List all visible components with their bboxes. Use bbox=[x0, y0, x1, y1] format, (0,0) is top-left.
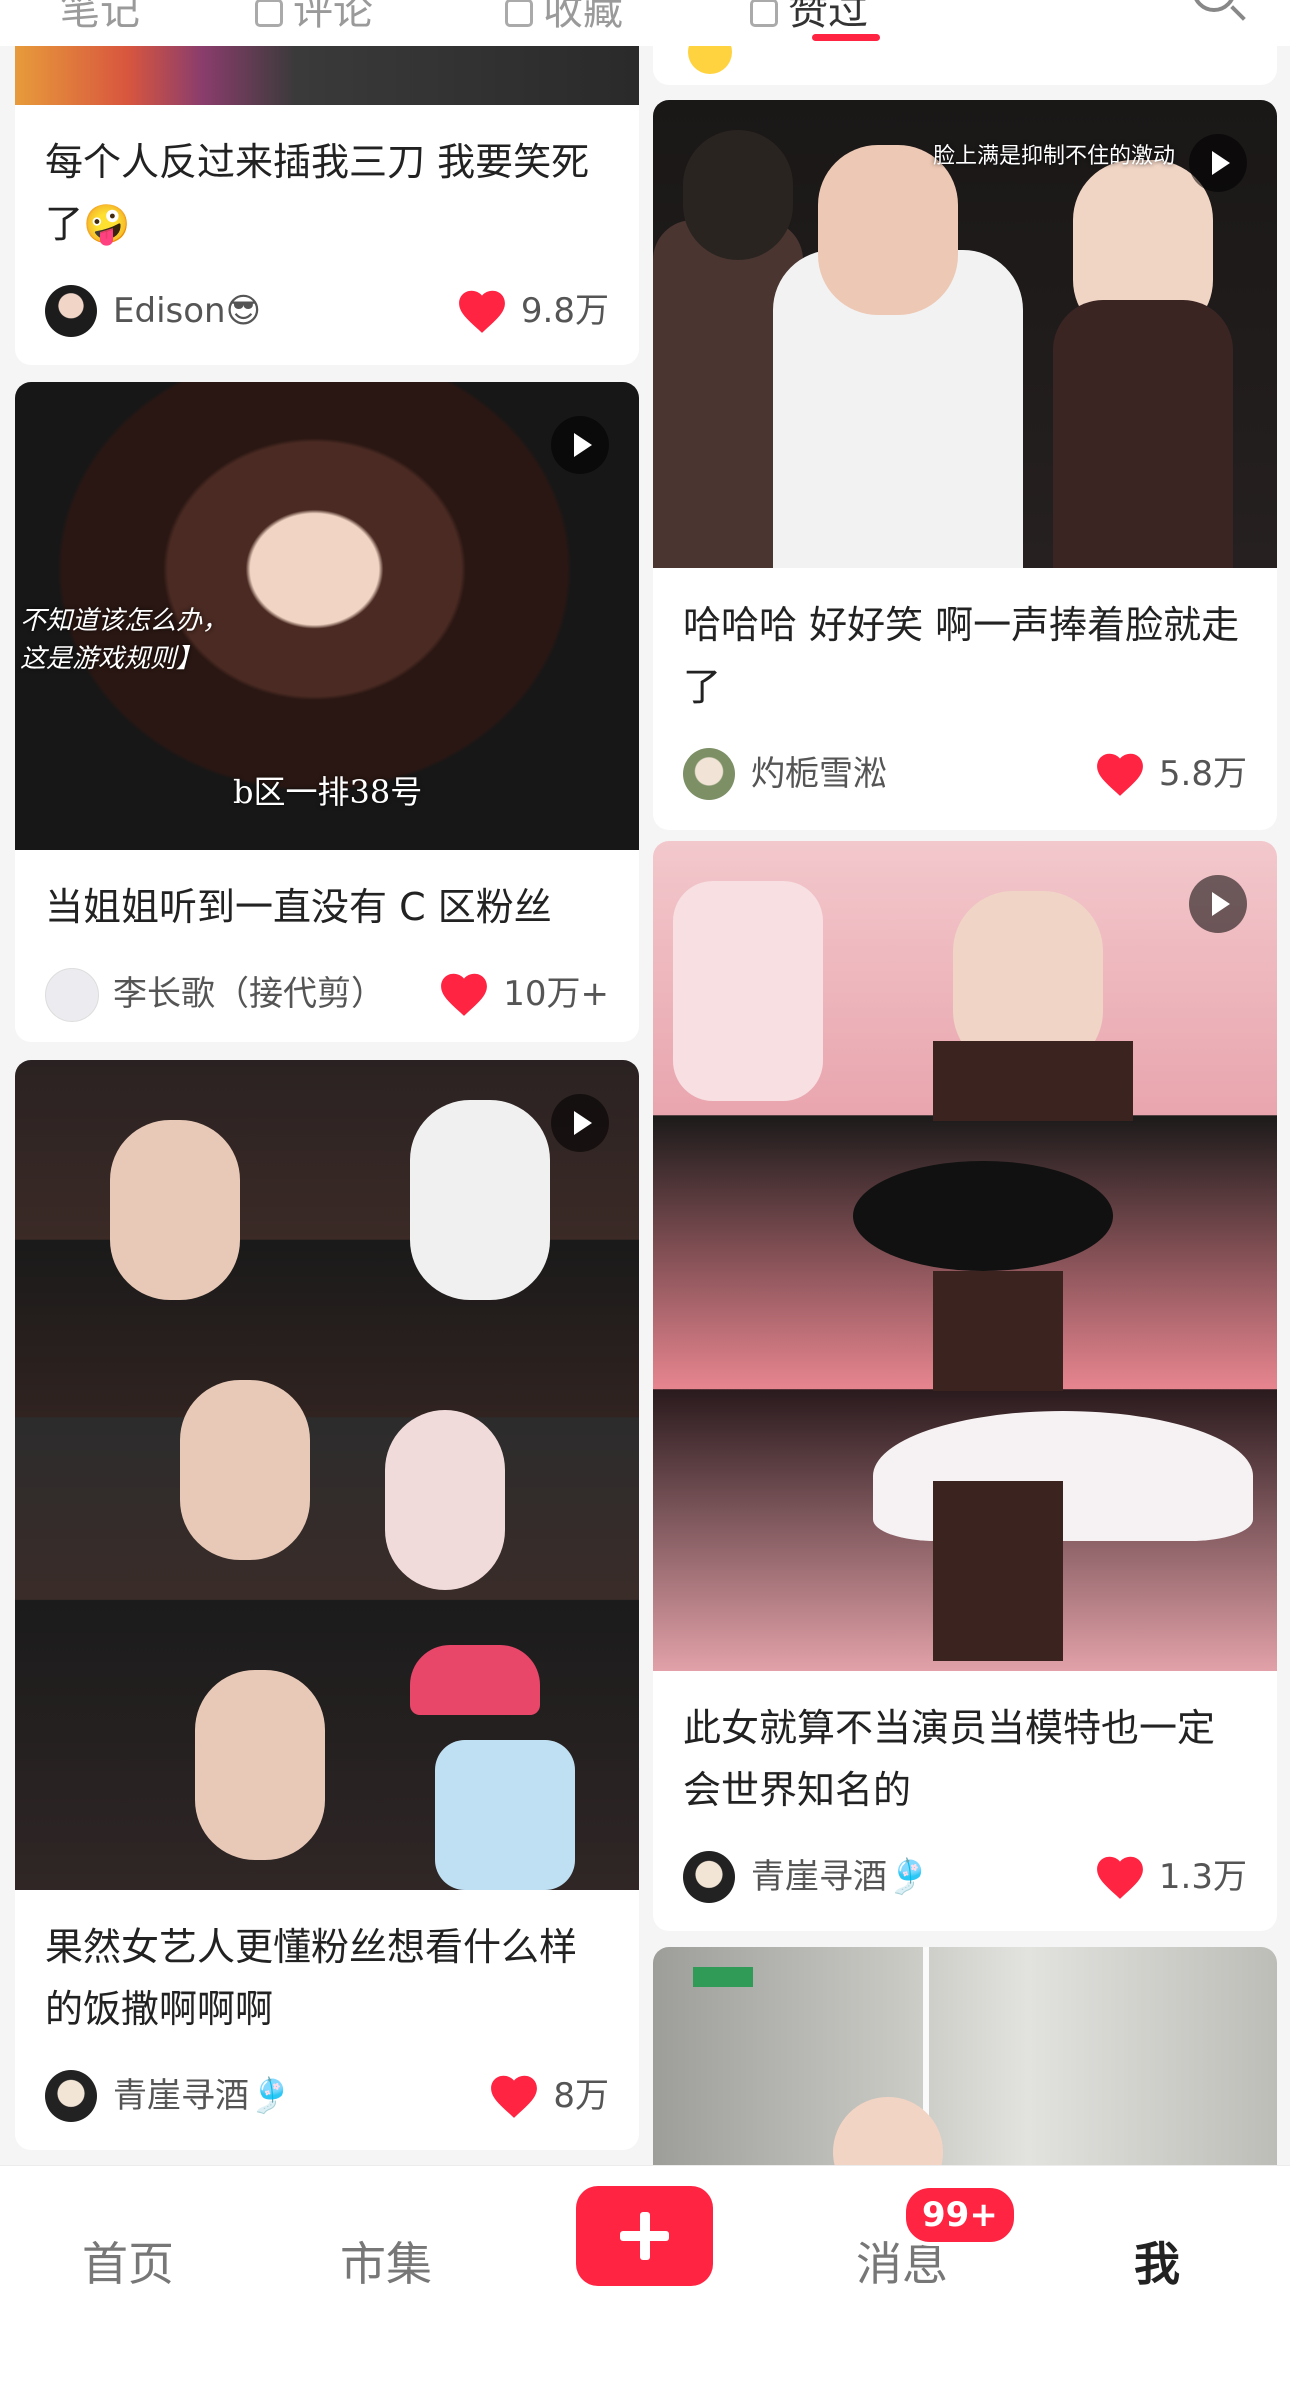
author-name[interactable]: Edison😎 bbox=[113, 285, 261, 337]
note-card[interactable]: 不知道该怎么办，这是游戏规则】 b区一排38号 当姐姐听到一直没有 C 区粉丝 … bbox=[15, 382, 639, 1042]
avatar[interactable] bbox=[45, 2070, 97, 2122]
author-name[interactable]: 灼栀雪淞 bbox=[751, 748, 887, 800]
video-caption: b区一排38号 bbox=[233, 773, 423, 811]
note-title: 哈哈哈 好好笑 啊一声捧着脸就走了 bbox=[683, 603, 1240, 709]
note-title: 此女就算不当演员当模特也一定会世界知名的 bbox=[683, 1706, 1216, 1812]
tab-comments[interactable]: 评论 bbox=[255, 0, 373, 36]
note-meta: Edison😎 9.8万 bbox=[15, 255, 639, 355]
author-name[interactable]: 青崖寻酒🎐 bbox=[113, 2070, 291, 2122]
note-title: 每个人反过来插我三刀 我要笑死了🤪 bbox=[45, 140, 590, 246]
heart-icon bbox=[1097, 753, 1143, 796]
note-meta: 灼栀雪淞 5.8万 bbox=[653, 718, 1277, 818]
heart-icon bbox=[491, 2075, 538, 2118]
tab-notes[interactable]: 笔记 bbox=[60, 0, 140, 36]
like-count[interactable]: 5.8万 bbox=[1095, 748, 1247, 800]
note-meta: 李长歌（接代剪） 10万+ bbox=[15, 938, 639, 1038]
like-count[interactable]: 9.8万 bbox=[457, 285, 609, 337]
note-card[interactable]: 此女就算不当演员当模特也一定会世界知名的 青崖寻酒🎐 1.3万 bbox=[653, 841, 1277, 1931]
avatar[interactable] bbox=[45, 285, 97, 337]
avatar[interactable] bbox=[683, 748, 735, 800]
tab-liked[interactable]: 赞过 bbox=[750, 0, 868, 36]
note-cover-image: 不知道该怎么办，这是游戏规则】 b区一排38号 bbox=[15, 382, 639, 850]
note-meta: 青崖寻酒🎐 8万 bbox=[15, 2040, 639, 2140]
nav-me[interactable]: 我 bbox=[1134, 2228, 1180, 2294]
search-icon[interactable] bbox=[1192, 0, 1236, 12]
avatar[interactable] bbox=[45, 968, 99, 1022]
note-cover-image bbox=[653, 841, 1277, 1671]
publish-plus-button[interactable] bbox=[576, 2186, 713, 2286]
like-count[interactable]: 8万 bbox=[489, 2070, 609, 2122]
video-play-icon bbox=[1189, 875, 1247, 933]
note-title: 果然女艺人更懂粉丝想看什么样的饭撒啊啊啊 bbox=[45, 1925, 578, 2031]
video-play-icon bbox=[551, 1094, 609, 1152]
lock-icon bbox=[505, 0, 533, 27]
note-card[interactable]: 果然女艺人更懂粉丝想看什么样的饭撒啊啊啊 青崖寻酒🎐 8万 bbox=[15, 1060, 639, 2150]
like-count[interactable]: 10万+ bbox=[439, 968, 609, 1020]
note-cover-image bbox=[15, 1060, 639, 1890]
note-meta: 青崖寻酒🎐 1.3万 bbox=[653, 1821, 1277, 1921]
heart-icon bbox=[1097, 1856, 1143, 1899]
author-name[interactable]: 青崖寻酒🎐 bbox=[751, 1851, 929, 1903]
messages-unread-badge: 99+ bbox=[902, 2184, 1018, 2246]
note-title: 当姐姐听到一直没有 C 区粉丝 bbox=[45, 885, 552, 929]
video-caption: 脸上满是抑制不住的激动 bbox=[933, 144, 1176, 169]
video-play-icon bbox=[1189, 134, 1247, 192]
lock-icon bbox=[750, 0, 778, 27]
video-play-icon bbox=[551, 416, 609, 474]
like-count[interactable]: 1.3万 bbox=[1095, 1851, 1247, 1903]
note-card[interactable]: 每个人反过来插我三刀 我要笑死了🤪 Edison😎 9.8万 bbox=[15, 0, 639, 365]
heart-icon bbox=[441, 973, 488, 1016]
note-cover-image: 脸上满是抑制不住的激动 bbox=[653, 100, 1277, 568]
nav-home[interactable]: 首页 bbox=[82, 2228, 174, 2294]
heart-icon bbox=[459, 290, 505, 333]
lock-icon bbox=[255, 0, 283, 27]
nav-market[interactable]: 市集 bbox=[340, 2228, 432, 2294]
avatar[interactable] bbox=[683, 1851, 735, 1903]
active-tab-indicator bbox=[812, 34, 880, 41]
bottom-nav-bar: 首页 市集 消息 99+ 我 bbox=[0, 2165, 1290, 2402]
tab-collections[interactable]: 收藏 bbox=[505, 0, 623, 36]
video-caption: 不知道该怎么办，这是游戏规则】 bbox=[20, 606, 229, 674]
note-card[interactable]: 脸上满是抑制不住的激动 哈哈哈 好好笑 啊一声捧着脸就走了 灼栀雪淞 5.8万 bbox=[653, 100, 1277, 830]
profile-tab-bar: 笔记 评论 收藏 赞过 bbox=[0, 0, 1290, 46]
author-name[interactable]: 李长歌（接代剪） bbox=[113, 968, 385, 1020]
